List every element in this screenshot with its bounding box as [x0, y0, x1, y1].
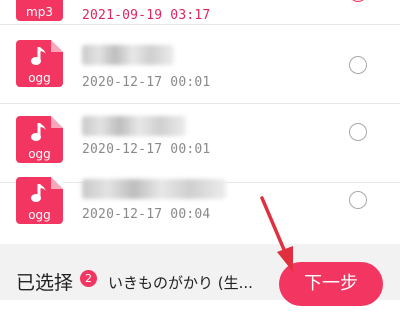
selected-label: 已选择 — [16, 272, 74, 294]
select-radio[interactable] — [349, 56, 367, 74]
audio-file-icon: ogg — [16, 116, 63, 163]
file-extension: ogg — [28, 147, 51, 161]
audio-file-icon: ogg — [16, 40, 63, 87]
file-title-redacted — [82, 179, 226, 199]
select-radio[interactable] — [349, 123, 367, 141]
next-step-button[interactable]: 下一步 — [279, 262, 383, 306]
file-date: 2020-12-17 00:04 — [82, 207, 211, 222]
file-date: 2020-12-17 00:01 — [82, 142, 211, 157]
audio-file-icon: mp3 — [16, 0, 63, 21]
file-date: 2020-12-17 00:01 — [82, 75, 211, 90]
select-radio[interactable] — [349, 0, 367, 2]
music-note-icon — [31, 123, 46, 141]
audio-file-icon: ogg — [16, 177, 63, 224]
selected-count-badge: 2 — [80, 270, 97, 287]
music-note-icon — [31, 47, 46, 65]
file-date: 2021-09-19 03:17 — [82, 8, 211, 23]
list-item[interactable]: ogg 2020-12-17 00:04 — [0, 164, 400, 243]
selection-bottom-bar: 已选择 2 いきものがかり (生... 下一步 — [0, 244, 400, 306]
list-item[interactable]: ogg 2020-12-17 00:01 — [0, 25, 400, 104]
selected-song-title: いきものがかり (生... — [108, 274, 253, 292]
file-extension: ogg — [28, 71, 51, 85]
audio-file-list: mp3 2021-09-19 03:17 ogg 2020-12-17 00:0… — [0, 0, 400, 254]
file-extension: mp3 — [26, 5, 53, 19]
file-title-redacted — [82, 116, 186, 136]
file-extension: ogg — [28, 208, 51, 222]
list-item[interactable]: mp3 2021-09-19 03:17 — [0, 0, 400, 25]
file-title-redacted — [82, 45, 174, 65]
select-radio[interactable] — [349, 191, 367, 209]
music-note-icon — [31, 184, 46, 202]
